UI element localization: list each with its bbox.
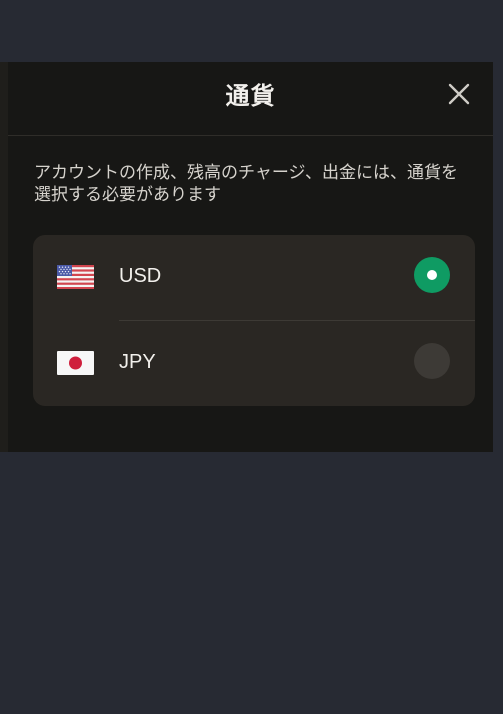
currency-code: USD	[119, 265, 162, 287]
currency-option-jpy[interactable]: JPY	[33, 321, 475, 406]
currency-code: JPY	[119, 351, 156, 373]
japan-flag-icon	[57, 351, 94, 375]
radio-unselected[interactable]	[414, 343, 450, 379]
currency-list: USD JPY	[33, 235, 475, 406]
close-icon	[448, 83, 470, 105]
close-button[interactable]	[447, 82, 471, 106]
currency-option-usd[interactable]: USD	[33, 235, 475, 320]
modal-edge	[0, 62, 8, 452]
us-flag-icon	[57, 265, 94, 289]
currency-modal: 通貨 アカウントの作成、残高のチャージ、出金には、通貨を選択する必要があります	[0, 62, 493, 452]
modal-title: 通貨	[225, 82, 276, 110]
modal-description: アカウントの作成、残高のチャージ、出金には、通貨を選択する必要があります	[34, 163, 458, 205]
radio-selected[interactable]	[414, 257, 450, 293]
modal-header: 通貨	[8, 62, 493, 136]
